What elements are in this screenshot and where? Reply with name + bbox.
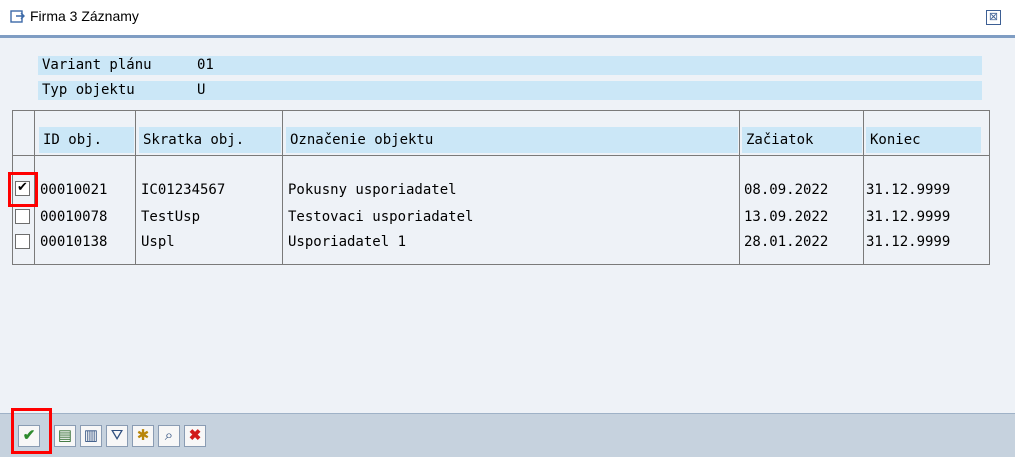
row-checkbox[interactable] [15,234,30,249]
cell-start[interactable]: 28.01.2022 [744,232,828,252]
col-divider [863,110,864,264]
title-divider [0,35,1015,38]
select-all-icon[interactable]: ▤ [54,425,76,447]
cell-short[interactable]: Uspl [141,232,175,252]
new-entries-icon[interactable]: ✱ [132,425,154,447]
window-icon [10,10,25,23]
cell-name[interactable]: Pokusny usporiadatel [288,180,457,200]
details-icon-glyph: ▥ [83,427,99,444]
cell-name[interactable]: Testovaci usporiadatel [288,207,473,227]
col-header-end[interactable]: Koniec [866,127,981,153]
new-entries-icon-glyph: ✱ [136,427,150,444]
cell-start[interactable]: 13.09.2022 [744,207,828,227]
type-row [38,81,982,100]
col-header-id[interactable]: ID obj. [39,127,134,153]
close-icon[interactable]: ⊠ [986,10,1001,25]
cell-end[interactable]: 31.12.9999 [866,232,950,252]
find-icon[interactable]: ⌕ [158,425,180,447]
details-icon[interactable]: ▥ [80,425,102,447]
highlight-box [11,408,52,454]
cell-id[interactable]: 00010021 [40,180,107,200]
cell-id[interactable]: 00010078 [40,207,107,227]
cancel-icon-glyph: ✖ [188,427,202,444]
window-title: Firma 3 Záznamy [30,8,139,24]
filter-icon-glyph: ⛛ [110,427,124,444]
type-value: U [197,82,206,98]
variant-row [38,56,982,75]
cell-short[interactable]: TestUsp [141,207,200,227]
cell-end[interactable]: 31.12.9999 [866,180,950,200]
cell-start[interactable]: 08.09.2022 [744,180,828,200]
col-header-short[interactable]: Skratka obj. [139,127,281,153]
cell-end[interactable]: 31.12.9999 [866,207,950,227]
cell-name[interactable]: Usporiadatel 1 [288,232,406,252]
cell-short[interactable]: IC01234567 [141,180,225,200]
header-divider [13,155,989,156]
col-divider [135,110,136,264]
filter-icon[interactable]: ⛛ [106,425,128,447]
col-header-name[interactable]: Označenie objektu [286,127,738,153]
type-label: Typ objektu [42,82,135,98]
col-divider [282,110,283,264]
cell-id[interactable]: 00010138 [40,232,107,252]
title-bar: Firma 3 Záznamy ⊠ [0,0,1015,38]
variant-value: 01 [197,57,214,73]
select-all-icon-glyph: ▤ [57,427,73,444]
cancel-icon[interactable]: ✖ [184,425,206,447]
find-icon-glyph: ⌕ [164,427,174,444]
highlight-box [8,172,38,207]
row-checkbox[interactable] [15,209,30,224]
col-header-start[interactable]: Začiatok [742,127,862,153]
col-divider [739,110,740,264]
variant-label: Variant plánu [42,57,152,73]
